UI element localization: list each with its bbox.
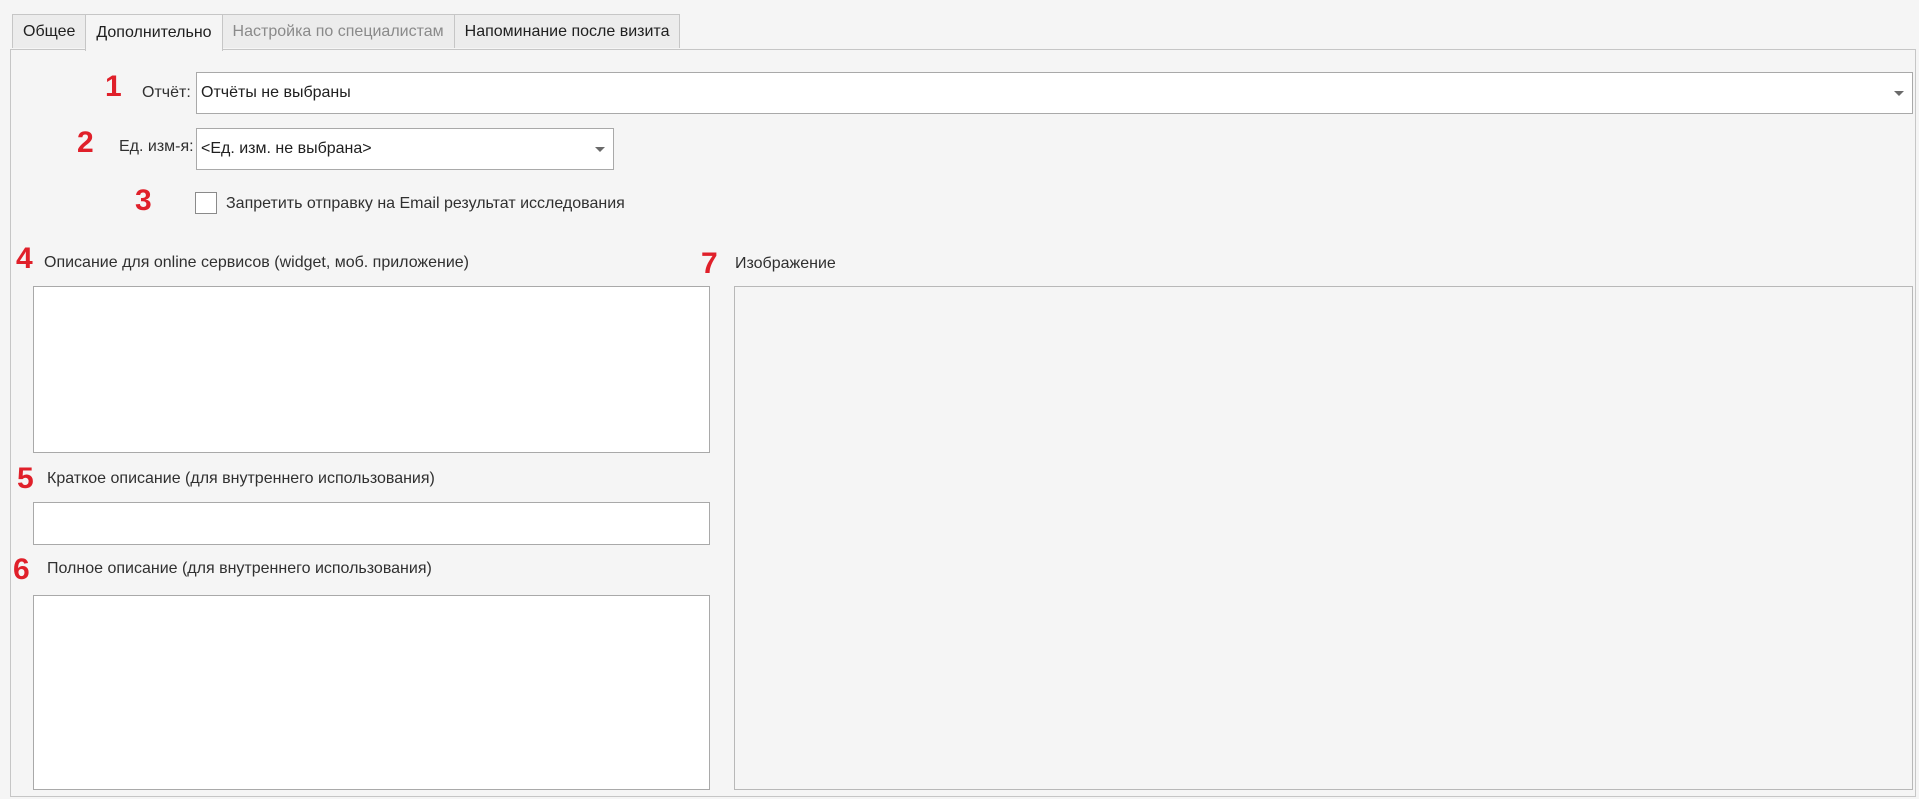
image-label: Изображение (735, 255, 836, 272)
email-block-checkbox[interactable] (195, 192, 217, 214)
tab-specialists-settings[interactable]: Настройка по специалистам (221, 14, 455, 48)
report-select[interactable]: Отчёты не выбраны (196, 72, 1913, 114)
email-block-label[interactable]: Запретить отправку на Email результат ис… (226, 195, 625, 213)
short-description-input[interactable] (33, 502, 710, 545)
marker-7: 7 (701, 247, 718, 280)
chevron-down-icon[interactable] (1886, 73, 1912, 113)
image-area[interactable] (734, 286, 1913, 790)
full-description-label: Полное описание (для внутреннего использ… (47, 560, 432, 577)
tab-additional[interactable]: Дополнительно (85, 14, 223, 51)
window: Общее Дополнительно Настройка по специал… (0, 0, 1919, 799)
tab-reminder-after-visit[interactable]: Напоминание после визита (453, 14, 681, 48)
unit-label: Ед. изм-я: (119, 138, 194, 155)
online-description-textarea[interactable] (33, 286, 710, 453)
marker-5: 5 (17, 462, 34, 495)
tab-general[interactable]: Общее (12, 14, 87, 48)
online-description-label: Описание для online сервисов (widget, мо… (44, 254, 470, 271)
marker-4: 4 (16, 242, 33, 275)
marker-6: 6 (13, 553, 30, 586)
unit-select-value: <Ед. изм. не выбрана> (201, 140, 372, 157)
marker-1: 1 (105, 70, 122, 103)
marker-3: 3 (135, 184, 152, 217)
report-label: Отчёт: (142, 84, 191, 101)
tab-strip: Общее Дополнительно Настройка по специал… (12, 14, 681, 51)
marker-2: 2 (77, 126, 94, 159)
report-select-value: Отчёты не выбраны (201, 84, 351, 101)
unit-select[interactable]: <Ед. изм. не выбрана> (196, 128, 614, 170)
tab-panel: 1 Отчёт: Отчёты не выбраны 2 Ед. изм-я: … (10, 49, 1916, 797)
full-description-textarea[interactable] (33, 595, 710, 790)
chevron-down-icon[interactable] (587, 129, 613, 169)
short-description-label: Краткое описание (для внутреннего исполь… (47, 470, 435, 487)
